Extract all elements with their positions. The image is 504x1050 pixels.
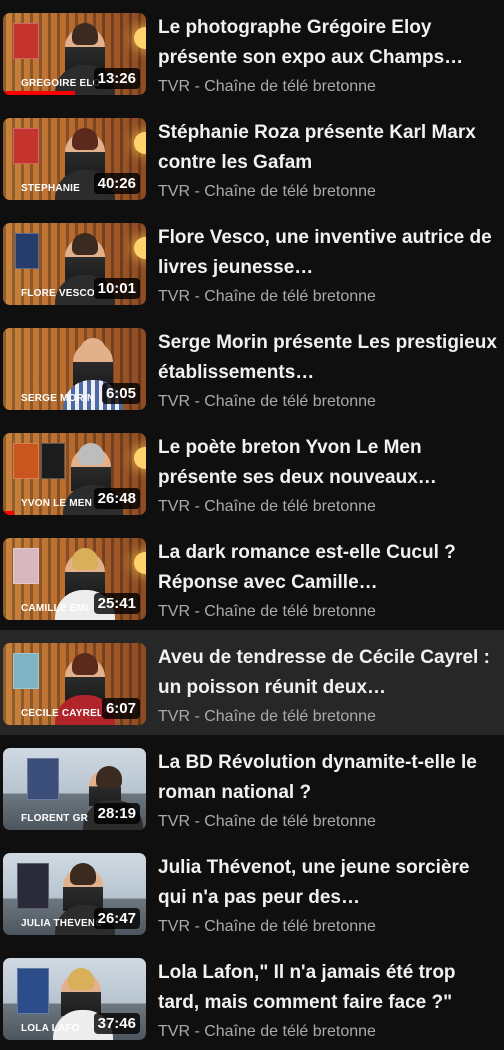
video-list: GRÉGOIRE ELOY 13:26 Le photographe Grégo… [0,0,504,1050]
video-title[interactable]: Julia Thévenot, une jeune sorcière qui n… [158,853,498,913]
book-cover-image [17,968,49,1014]
video-thumbnail[interactable]: JULIA THÉVENOT 26:47 [3,853,146,935]
video-item[interactable]: STEPHANIE 40:26 Stéphanie Roza présente … [0,105,504,210]
video-item[interactable]: FLORENT GR 28:19 La BD Révolution dynami… [0,735,504,840]
video-duration: 10:01 [93,278,140,299]
book-cover-image [13,128,39,164]
video-title[interactable]: La dark romance est-elle Cucul ? Réponse… [158,538,498,598]
book-cover-image [15,233,39,269]
video-title[interactable]: La BD Révolution dynamite-t-elle le roma… [158,748,498,808]
thumbnail-caption: CAMILLE EMI [21,603,89,614]
book-cover-image [17,863,49,909]
lamp-decoration [134,552,146,574]
channel-name[interactable]: TVR - Chaîne de télé bretonne [158,602,498,622]
video-title[interactable]: Flore Vesco, une inventive autrice de li… [158,223,498,283]
video-title[interactable]: Lola Lafon," Il n'a jamais été trop tard… [158,958,498,1018]
video-info: Le poète breton Yvon Le Men présente ses… [158,433,498,517]
video-thumbnail[interactable]: STEPHANIE 40:26 [3,118,146,200]
book-cover-image [13,548,39,584]
video-title[interactable]: Aveu de tendresse de Cécile Cayrel : un … [158,643,498,703]
video-item[interactable]: LOLA LAFO 37:46 Lola Lafon," Il n'a jama… [0,945,504,1050]
video-thumbnail[interactable]: FLORENT GR 28:19 [3,748,146,830]
thumbnail-caption: YVON LE MEN [21,498,93,509]
video-info: Serge Morin présente Les prestigieux éta… [158,328,498,412]
channel-name[interactable]: TVR - Chaîne de télé bretonne [158,1022,498,1042]
thumbnail-caption: FLORE VESCO [21,288,95,299]
channel-name[interactable]: TVR - Chaîne de télé bretonne [158,812,498,832]
thumbnail-caption: JULIA THÉVENOT [21,918,101,929]
book-cover-image [41,443,65,479]
channel-name[interactable]: TVR - Chaîne de télé bretonne [158,917,498,937]
watch-progress-bar [3,91,75,95]
video-duration: 25:41 [93,593,140,614]
channel-name[interactable]: TVR - Chaîne de télé bretonne [158,497,498,517]
video-title[interactable]: Le poète breton Yvon Le Men présente ses… [158,433,498,493]
book-cover-image [13,443,39,479]
video-title[interactable]: Serge Morin présente Les prestigieux éta… [158,328,498,388]
video-thumbnail[interactable]: CAMILLE EMI 25:41 [3,538,146,620]
channel-name[interactable]: TVR - Chaîne de télé bretonne [158,392,498,412]
thumbnail-caption: STEPHANIE [21,183,81,194]
thumbnail-caption: GRÉGOIRE ELOY [21,78,101,89]
book-cover-image [27,758,59,800]
video-thumbnail[interactable]: SERGE MORIN 6:05 [3,328,146,410]
video-item[interactable]: YVON LE MEN 26:48 Le poète breton Yvon L… [0,420,504,525]
video-thumbnail[interactable]: FLORE VESCO 10:01 [3,223,146,305]
thumbnail-caption: LOLA LAFO [21,1023,80,1034]
lamp-decoration [134,27,146,49]
thumbnail-caption: CÉCILE CAYREL [21,708,101,719]
video-duration: 26:47 [93,908,140,929]
video-item[interactable]: JULIA THÉVENOT 26:47 Julia Thévenot, une… [0,840,504,945]
video-info: Le photographe Grégoire Eloy présente so… [158,13,498,97]
book-cover-image [13,23,39,59]
thumbnail-caption: SERGE MORIN [21,393,95,404]
lamp-decoration [134,132,146,154]
video-title[interactable]: Le photographe Grégoire Eloy présente so… [158,13,498,73]
video-duration: 6:05 [101,383,140,404]
video-item[interactable]: FLORE VESCO 10:01 Flore Vesco, une inven… [0,210,504,315]
video-item[interactable]: CAMILLE EMI 25:41 La dark romance est-el… [0,525,504,630]
video-thumbnail[interactable]: LOLA LAFO 37:46 [3,958,146,1040]
video-duration: 13:26 [93,68,140,89]
channel-name[interactable]: TVR - Chaîne de télé bretonne [158,287,498,307]
video-item[interactable]: GRÉGOIRE ELOY 13:26 Le photographe Grégo… [0,0,504,105]
video-info: Stéphanie Roza présente Karl Marx contre… [158,118,498,202]
video-info: Julia Thévenot, une jeune sorcière qui n… [158,853,498,937]
video-thumbnail[interactable]: GRÉGOIRE ELOY 13:26 [3,13,146,95]
book-cover-image [13,653,39,689]
video-title[interactable]: Stéphanie Roza présente Karl Marx contre… [158,118,498,178]
video-thumbnail[interactable]: CÉCILE CAYREL 6:07 [3,643,146,725]
video-item[interactable]: SERGE MORIN 6:05 Serge Morin présente Le… [0,315,504,420]
watch-progress-bar [3,511,15,515]
video-duration: 26:48 [93,488,140,509]
video-duration: 40:26 [93,173,140,194]
video-duration: 37:46 [93,1013,140,1034]
video-duration: 28:19 [93,803,140,824]
video-item-hovered[interactable]: CÉCILE CAYREL 6:07 Aveu de tendresse de … [0,630,504,735]
video-info: Aveu de tendresse de Cécile Cayrel : un … [158,643,498,727]
channel-name[interactable]: TVR - Chaîne de télé bretonne [158,77,498,97]
channel-name[interactable]: TVR - Chaîne de télé bretonne [158,182,498,202]
video-info: Flore Vesco, une inventive autrice de li… [158,223,498,307]
video-duration: 6:07 [101,698,140,719]
video-info: La dark romance est-elle Cucul ? Réponse… [158,538,498,622]
video-info: Lola Lafon," Il n'a jamais été trop tard… [158,958,498,1042]
lamp-decoration [134,447,146,469]
channel-name[interactable]: TVR - Chaîne de télé bretonne [158,707,498,727]
video-thumbnail[interactable]: YVON LE MEN 26:48 [3,433,146,515]
video-info: La BD Révolution dynamite-t-elle le roma… [158,748,498,832]
thumbnail-caption: FLORENT GR [21,813,88,824]
lamp-decoration [134,237,146,259]
